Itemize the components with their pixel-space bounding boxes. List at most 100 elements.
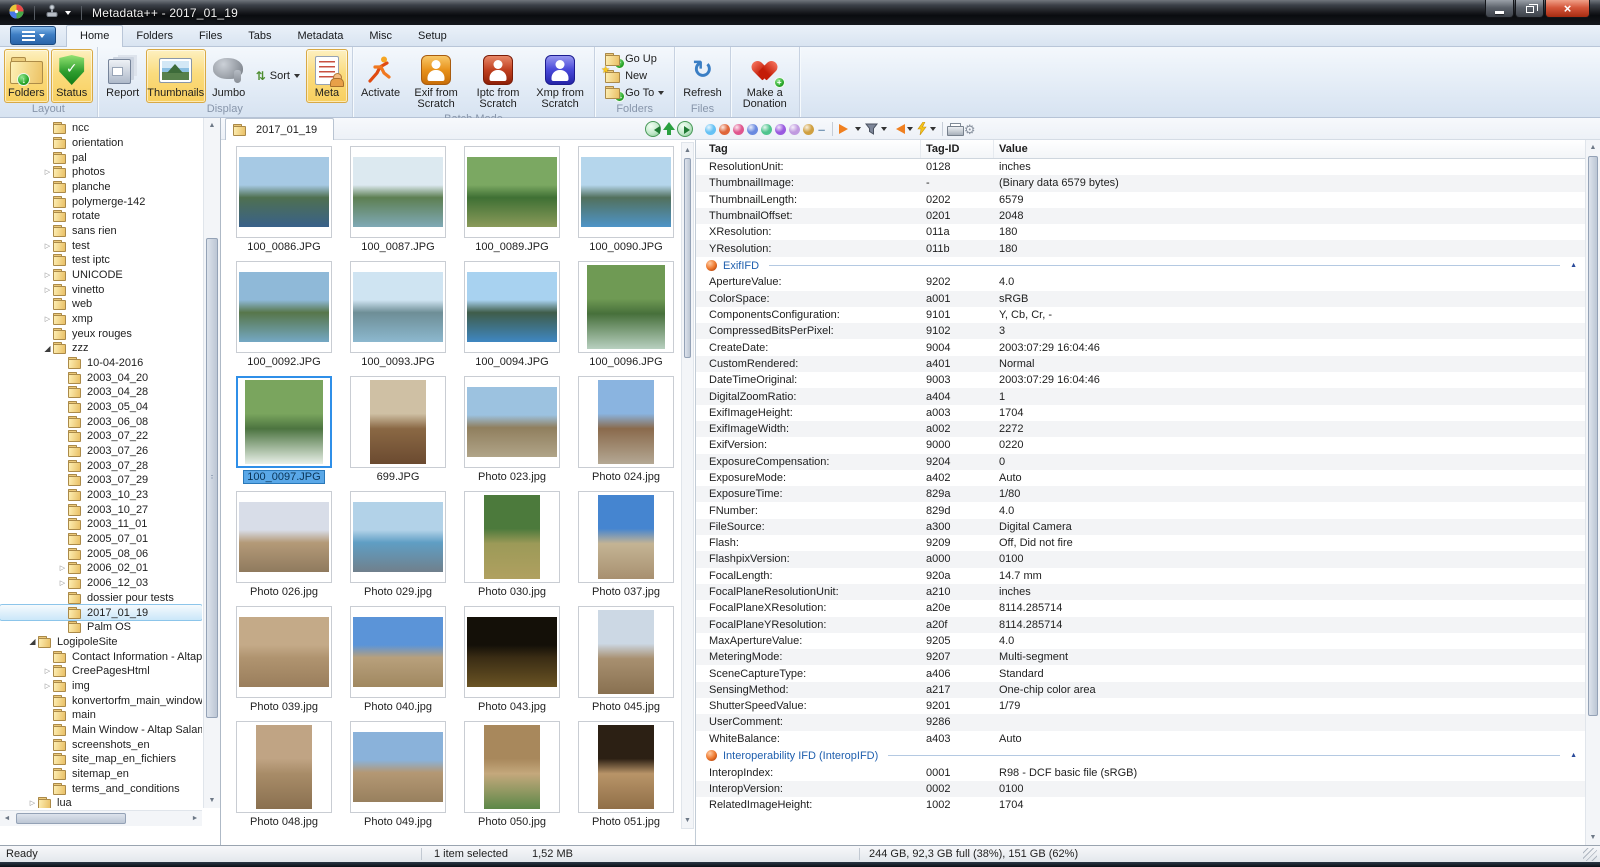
- tree-item-screenshots-en[interactable]: screenshots_en: [0, 737, 202, 752]
- thumbnail-vertical-scrollbar[interactable]: ▲ ▼: [681, 142, 694, 829]
- color-dot-3[interactable]: [747, 124, 758, 135]
- metadata-row-exposuretime[interactable]: ExposureTime:829a1/80: [696, 486, 1585, 502]
- tree-item-10-04-2016[interactable]: 10-04-2016: [0, 356, 202, 371]
- button-new[interactable]: ★New: [602, 69, 650, 84]
- tree-item-contact-information-altap-sala[interactable]: Contact Information - Altap Sala: [0, 649, 202, 664]
- tree-item-creepageshtml[interactable]: ▷CreePagesHtml: [0, 664, 202, 679]
- button-make-a-donation[interactable]: +Make a Donation: [735, 49, 795, 113]
- tree-item-2003-07-26[interactable]: 2003_07_26: [0, 444, 202, 459]
- thumbnail-photo-051-jpg[interactable]: [578, 721, 674, 813]
- color-dot-2[interactable]: [733, 124, 744, 135]
- metadata-row-scenecapturetype[interactable]: SceneCaptureType:a406Standard: [696, 665, 1585, 681]
- button-jumbo[interactable]: Jumbo: [208, 49, 250, 103]
- thumbnail-100-0093-jpg[interactable]: [350, 261, 446, 353]
- metadata-row-focalplaneresolutionunit[interactable]: FocalPlaneResolutionUnit:a210inches: [696, 584, 1585, 600]
- button-thumbnails[interactable]: Thumbnails: [146, 49, 206, 103]
- color-dot-0[interactable]: [705, 124, 716, 135]
- metadata-row-customrendered[interactable]: CustomRendered:a401Normal: [696, 356, 1585, 372]
- nav-back-icon[interactable]: [645, 121, 661, 137]
- column-header-tagid[interactable]: Tag-ID: [921, 140, 994, 158]
- expand-collapsed-icon[interactable]: ▷: [42, 242, 53, 250]
- metadata-row-datetimeoriginal[interactable]: DateTimeOriginal:90032003:07:29 16:04:46: [696, 372, 1585, 388]
- tree-item-yeux-rouges[interactable]: yeux rouges: [0, 326, 202, 341]
- color-dot-6[interactable]: [789, 124, 800, 135]
- metadata-row-exifversion[interactable]: ExifVersion:90000220: [696, 437, 1585, 453]
- thumbnail-100-0096-jpg[interactable]: [578, 261, 674, 353]
- metadata-row-colorspace[interactable]: ColorSpace:a001sRGB: [696, 291, 1585, 307]
- metadata-row-exposuremode[interactable]: ExposureMode:a402Auto: [696, 470, 1585, 486]
- scroll-up-icon[interactable]: ▲: [682, 143, 693, 158]
- button-exif-from-scratch[interactable]: Exif from Scratch: [406, 49, 466, 113]
- thumbnail-100-0097-jpg[interactable]: [236, 376, 332, 468]
- minimize-button[interactable]: [1485, 0, 1514, 18]
- tree-vertical-scrollbar[interactable]: ▲ ▼: [203, 118, 220, 808]
- application-menu-button[interactable]: [10, 26, 56, 45]
- thumbnail-100-0094-jpg[interactable]: [464, 261, 560, 353]
- color-dot-5[interactable]: [775, 124, 786, 135]
- scroll-right-icon[interactable]: ►: [188, 811, 202, 826]
- tree-item-2003-07-29[interactable]: 2003_07_29: [0, 473, 202, 488]
- metadata-row-createdate[interactable]: CreateDate:90042003:07:29 16:04:46: [696, 339, 1585, 355]
- tree-item-img[interactable]: ▷img: [0, 679, 202, 694]
- tree-item-sitemap-en[interactable]: sitemap_en: [0, 767, 202, 782]
- tree-item-zzz[interactable]: ◢zzz: [0, 341, 202, 356]
- tree-item-planche[interactable]: planche: [0, 180, 202, 195]
- maximize-button[interactable]: [1515, 0, 1544, 18]
- metadata-section-exififd[interactable]: ExifIFD▲: [696, 257, 1585, 275]
- scroll-up-icon[interactable]: ▲: [1586, 140, 1600, 155]
- expand-collapsed-icon[interactable]: ▷: [42, 168, 53, 176]
- tree-item-vinetto[interactable]: ▷vinetto: [0, 282, 202, 297]
- close-button[interactable]: ×: [1545, 0, 1590, 18]
- metadata-row-meteringmode[interactable]: MeteringMode:9207Multi-segment: [696, 649, 1585, 665]
- expand-collapsed-icon[interactable]: ▷: [57, 564, 68, 572]
- metadata-row-xresolution[interactable]: XResolution:011a180: [696, 224, 1585, 240]
- metadata-row-relatedimageheight[interactable]: RelatedImageHeight:10021704: [696, 797, 1585, 813]
- gear-icon[interactable]: ⚙: [962, 122, 977, 137]
- thumbnail-699-jpg[interactable]: [350, 376, 446, 468]
- nav-forward-icon[interactable]: [677, 121, 693, 137]
- thumbnail-100-0090-jpg[interactable]: [578, 146, 674, 238]
- ribbon-tab-folders[interactable]: Folders: [123, 26, 186, 46]
- button-sort[interactable]: ⇅Sort: [253, 68, 303, 84]
- tree-item-2003-11-01[interactable]: 2003_11_01: [0, 517, 202, 532]
- metadata-row-focalplaneyresolution[interactable]: FocalPlaneYResolution:a20f8114.285714: [696, 617, 1585, 633]
- metadata-row-flashpixversion[interactable]: FlashpixVersion:a0000100: [696, 551, 1585, 567]
- tree-item-test[interactable]: ▷test: [0, 238, 202, 253]
- metadata-row-exifimagewidth[interactable]: ExifImageWidth:a0022272: [696, 421, 1585, 437]
- expand-collapsed-icon[interactable]: ▷: [42, 286, 53, 294]
- button-iptc-from-scratch[interactable]: Iptc from Scratch: [468, 49, 528, 113]
- tab-2017-01-19[interactable]: 2017_01_19: [225, 118, 334, 140]
- expand-collapsed-icon[interactable]: ▷: [42, 682, 53, 690]
- back-action-button[interactable]: [889, 124, 915, 134]
- button-go-to[interactable]: →Go To: [602, 85, 667, 100]
- scrollbar-thumb[interactable]: [16, 813, 126, 824]
- metadata-row-thumbnaillength[interactable]: ThumbnailLength:02026579: [696, 192, 1585, 208]
- thumbnail-photo-039-jpg[interactable]: [236, 606, 332, 698]
- quick-action-button[interactable]: [915, 122, 938, 136]
- metadata-row-focalplanexresolution[interactable]: FocalPlaneXResolution:a20e8114.285714: [696, 600, 1585, 616]
- tree-item-2003-10-27[interactable]: 2003_10_27: [0, 502, 202, 517]
- thumbnail-photo-043-jpg[interactable]: [464, 606, 560, 698]
- tree-item-web[interactable]: web: [0, 297, 202, 312]
- thumbnail-photo-048-jpg[interactable]: [236, 721, 332, 813]
- tree-item-2005-08-06[interactable]: 2005_08_06: [0, 546, 202, 561]
- collapse-chevron-icon[interactable]: ▲: [1570, 752, 1577, 759]
- tree-item-2006-02-01[interactable]: ▷2006_02_01: [0, 561, 202, 576]
- metadata-row-whitebalance[interactable]: WhiteBalance:a403Auto: [696, 731, 1585, 747]
- thumbnail-photo-024-jpg[interactable]: [578, 376, 674, 468]
- metadata-row-filesource[interactable]: FileSource:a300Digital Camera: [696, 519, 1585, 535]
- expand-collapsed-icon[interactable]: ▷: [42, 271, 53, 279]
- printer-icon[interactable]: [947, 123, 962, 136]
- remove-color-button[interactable]: –: [815, 122, 828, 137]
- ribbon-tab-misc[interactable]: Misc: [356, 26, 405, 46]
- thumbnail-photo-029-jpg[interactable]: [350, 491, 446, 583]
- ribbon-tab-metadata[interactable]: Metadata: [285, 26, 357, 46]
- nav-up-icon[interactable]: [661, 121, 677, 137]
- metadata-row-yresolution[interactable]: YResolution:011b180: [696, 240, 1585, 256]
- collapse-chevron-icon[interactable]: ▲: [1570, 262, 1577, 269]
- metadata-row-interopversion[interactable]: InteropVersion:00020100: [696, 781, 1585, 797]
- column-header-value[interactable]: Value: [994, 143, 1585, 155]
- tree-item-konvertorfm-main-window[interactable]: konvertorfm_main_window: [0, 693, 202, 708]
- tree-item-sans-rien[interactable]: sans rien: [0, 224, 202, 239]
- color-dot-4[interactable]: [761, 124, 772, 135]
